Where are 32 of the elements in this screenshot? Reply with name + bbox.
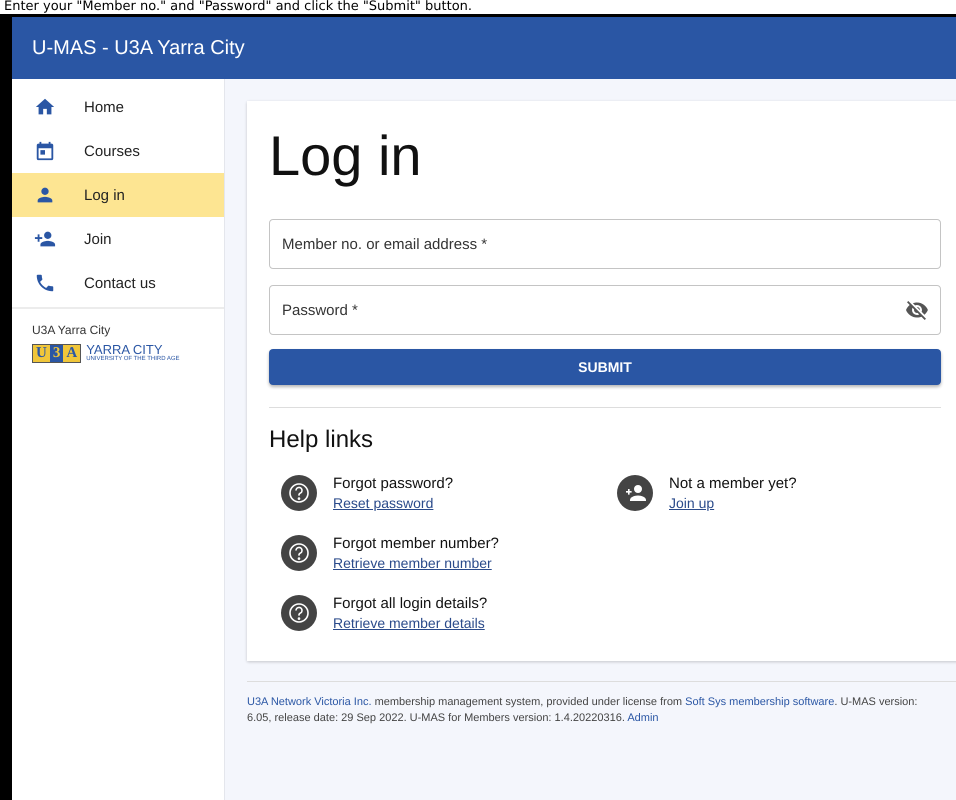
help-link[interactable]: Reset password	[333, 494, 434, 512]
help-link[interactable]: Retrieve member number	[333, 554, 492, 572]
help-question: Forgot password?	[333, 474, 454, 494]
help-question: Forgot member number?	[333, 534, 499, 554]
footer-link[interactable]: Admin	[627, 712, 659, 724]
footer-link[interactable]: U3A Network Victoria Inc.	[247, 696, 372, 708]
nav-item[interactable]: Join	[12, 217, 224, 261]
add-person-icon	[617, 475, 653, 511]
submit-button[interactable]: SUBMIT	[269, 349, 941, 385]
page-heading: Log in	[269, 123, 423, 189]
hidden-eye-icon[interactable]	[905, 298, 929, 322]
help-link[interactable]: Join up	[669, 494, 714, 512]
nav-item[interactable]: Contact us	[12, 261, 224, 305]
calendar-icon	[34, 140, 56, 162]
phone-icon	[34, 272, 56, 294]
app-title: U-MAS - U3A Yarra City	[32, 36, 245, 60]
password-field[interactable]: Password *	[269, 285, 941, 335]
help-icon	[281, 595, 317, 631]
footer-link[interactable]: Soft Sys membership software	[685, 696, 834, 708]
nav-item[interactable]: Log in	[12, 173, 224, 217]
organisation-name: U3A Yarra City	[31, 322, 112, 337]
nav-item[interactable]: Home	[12, 85, 224, 129]
help-question: Forgot all login details?	[333, 594, 488, 614]
help-question: Not a member yet?	[669, 474, 797, 494]
instruction-text: Enter your "Member no." and "Password" and click the "Submit" button.	[3, 0, 474, 14]
section-heading: Help links	[269, 426, 374, 454]
footer-text: U3A Network Victoria Inc. membership management system, provided under license from Soft Sys membership software. U-MAS version: 6.05, release date: 29 Sep 2022. U-MAS for Members version: 1.4.20220316. Admin	[247, 695, 918, 726]
help-icon	[281, 535, 317, 571]
help-link[interactable]: Retrieve member details	[333, 614, 485, 632]
help-icon	[281, 475, 317, 511]
nav-item[interactable]: Courses	[12, 129, 224, 173]
input-field[interactable]: Member no. or email address *	[269, 219, 941, 269]
